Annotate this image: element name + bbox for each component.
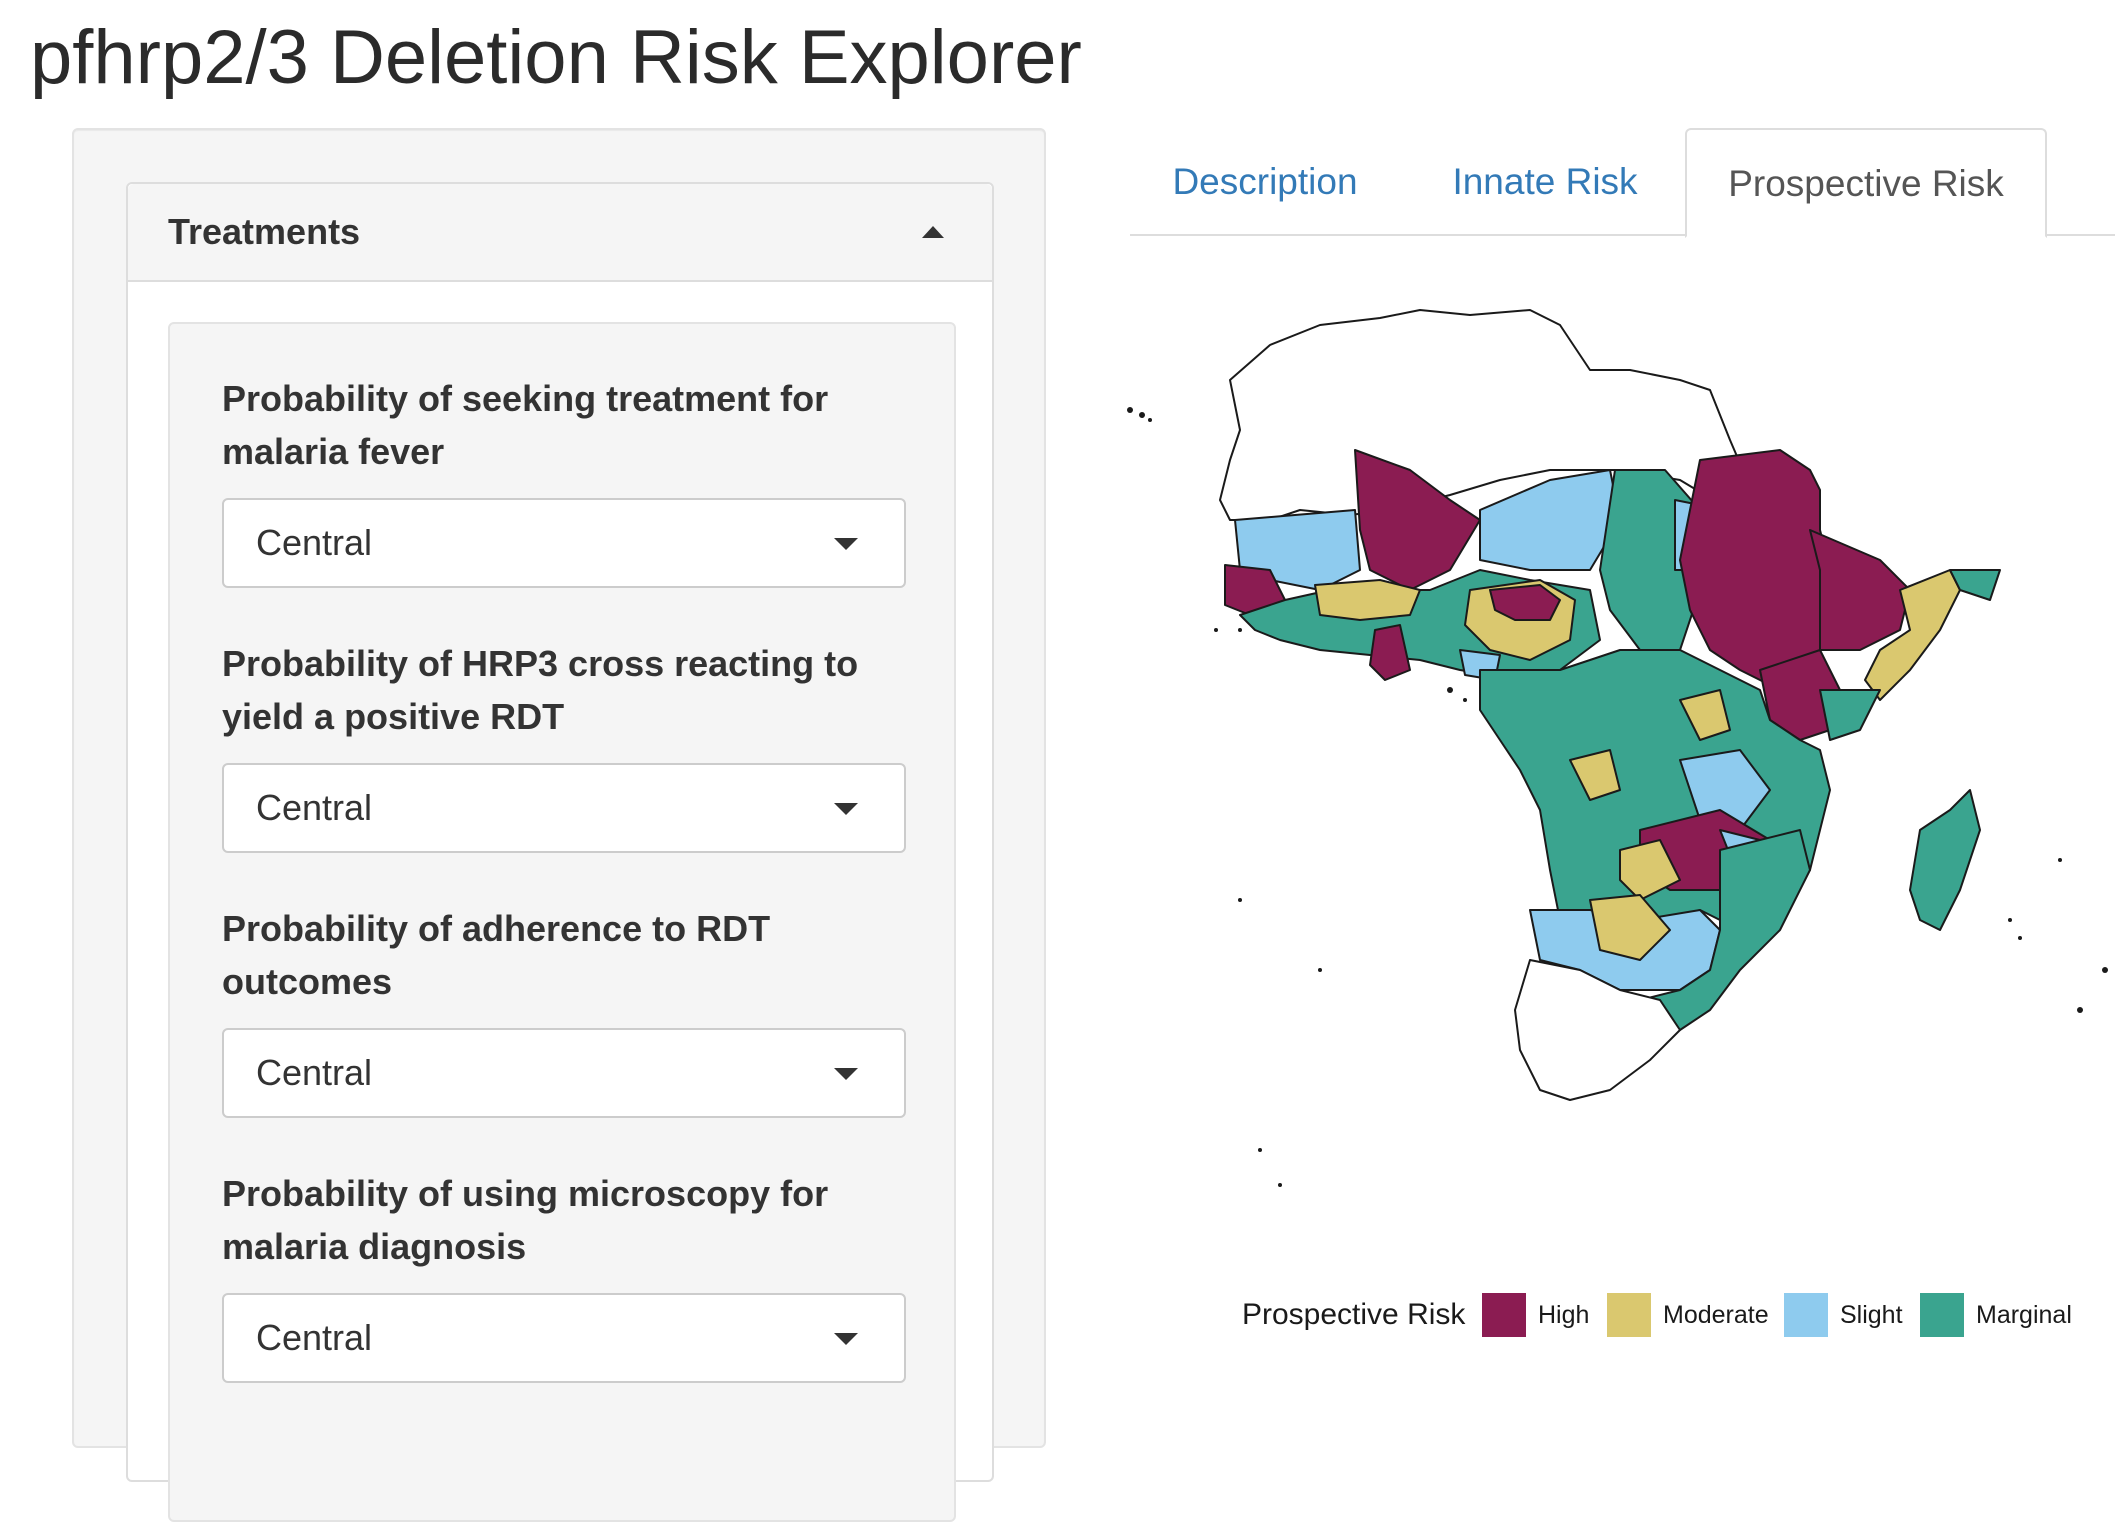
microscopy-use-select[interactable]: Central xyxy=(222,1293,906,1383)
tab-prospective-risk[interactable]: Prospective Risk xyxy=(1685,128,2047,238)
field-label: Probability of adherence to RDT outcomes xyxy=(222,908,771,1002)
treatments-panel: Treatments Probability of seeking treatm… xyxy=(126,182,994,1522)
field-label: Probability of HRP3 cross reacting to yi… xyxy=(222,643,859,737)
legend-swatch xyxy=(1920,1293,1964,1337)
select-value: Central xyxy=(256,522,373,563)
tab-innate-risk[interactable]: Innate Risk xyxy=(1420,128,1670,236)
legend-label: Moderate xyxy=(1663,1301,1769,1329)
field-label: Probability of seeking treatment for mal… xyxy=(222,378,829,472)
africa-risk-map xyxy=(1127,309,2108,1187)
legend-title: Prospective Risk xyxy=(1242,1298,1466,1331)
microscopy-use-field: Probability of using microscopy for mala… xyxy=(222,1167,912,1383)
dropdown-caret-icon xyxy=(834,803,858,815)
legend-swatch xyxy=(1607,1293,1651,1337)
treatments-inputs: Probability of seeking treatment for mal… xyxy=(168,322,956,1522)
select-value: Central xyxy=(256,1052,373,1093)
dropdown-caret-icon xyxy=(834,1333,858,1345)
legend-swatch xyxy=(1482,1293,1526,1337)
field-label: Probability of using microscopy for mala… xyxy=(222,1173,829,1267)
legend-label: High xyxy=(1538,1301,1590,1329)
treatment-seeking-field: Probability of seeking treatment for mal… xyxy=(222,372,912,588)
page-title: pfhrp2/3 Deletion Risk Explorer xyxy=(30,15,1082,100)
dropdown-caret-icon xyxy=(834,1068,858,1080)
collapse-caret-icon[interactable] xyxy=(922,226,944,238)
legend-label: Marginal xyxy=(1976,1301,2072,1329)
map-land xyxy=(1219,309,2001,1101)
map-legend: Prospective Risk High Moderate Slight Ma… xyxy=(1242,1290,2102,1340)
region-moderate-burkina xyxy=(1314,579,1421,621)
tab-bar: Description Innate Risk Prospective Risk xyxy=(1130,128,2115,238)
region-high-ethiopia xyxy=(1809,529,1911,651)
rdt-adherence-select[interactable]: Central xyxy=(222,1028,906,1118)
rdt-adherence-field: Probability of adherence to RDT outcomes… xyxy=(222,902,912,1118)
legend-label: Slight xyxy=(1840,1301,1903,1329)
legend-swatch xyxy=(1784,1293,1828,1337)
region-slight-niger xyxy=(1479,469,1621,571)
dropdown-caret-icon xyxy=(834,538,858,550)
sidebar: Treatments Probability of seeking treatm… xyxy=(72,128,1046,1522)
hrp3-cross-reactivity-select[interactable]: Central xyxy=(222,763,906,853)
select-value: Central xyxy=(256,787,373,828)
hrp3-cross-reactivity-field: Probability of HRP3 cross reacting to yi… xyxy=(222,637,912,853)
region-marginal-madagascar xyxy=(1909,789,1981,931)
panel-title: Treatments xyxy=(168,211,361,252)
treatments-panel-header[interactable]: Treatments xyxy=(128,184,992,282)
treatment-seeking-select[interactable]: Central xyxy=(222,498,906,588)
select-value: Central xyxy=(256,1317,373,1358)
region-marginal-kenya-coast xyxy=(1819,689,1881,741)
tab-description[interactable]: Description xyxy=(1130,128,1400,236)
